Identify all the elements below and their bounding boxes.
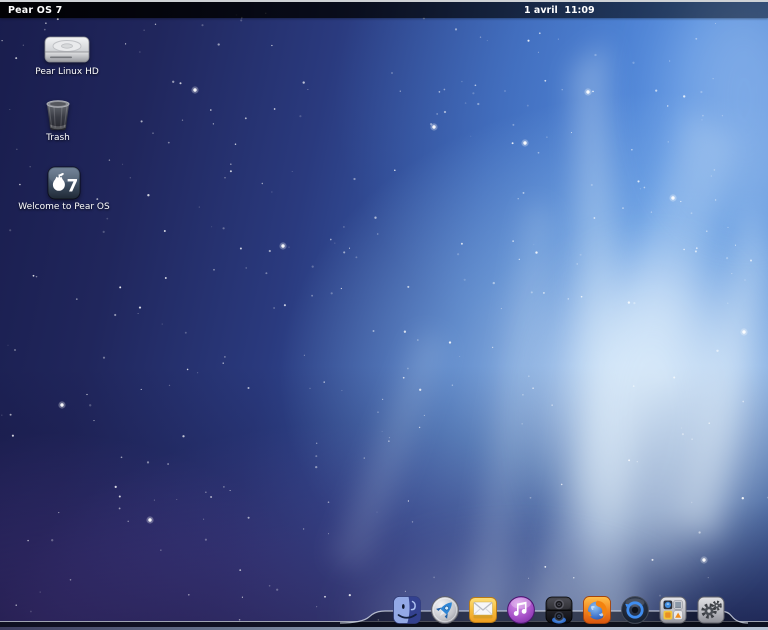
desktop-icon-label: Pear Linux HD [35, 67, 99, 77]
apps-grid-icon [659, 596, 687, 624]
menu-app-label[interactable]: Pear OS 7 [8, 5, 62, 16]
window-border-top [0, 0, 768, 2]
rocket-icon [431, 596, 459, 624]
firefox-icon [583, 596, 611, 624]
dark-panels-icon [545, 596, 573, 624]
finder-face-icon [393, 596, 421, 624]
desktop-icon-welcome[interactable]: 7 Welcome to Pear OS [14, 166, 114, 212]
menu-bar: Pear OS 7 1 avril 11:09 [0, 2, 768, 18]
dock [392, 595, 726, 625]
wallpaper [0, 0, 768, 630]
dock-item-launchpad[interactable] [430, 595, 460, 625]
dock-item-firefox[interactable] [582, 595, 612, 625]
envelope-icon [469, 597, 497, 623]
dock-item-time-machine[interactable] [620, 595, 650, 625]
music-note-icon [507, 596, 535, 624]
dock-item-applications[interactable] [658, 595, 688, 625]
hard-drive-icon [44, 36, 90, 63]
trash-icon [46, 100, 70, 130]
dock-item-finder[interactable] [392, 595, 422, 625]
desktop-icon-pear-linux-hd[interactable]: Pear Linux HD [24, 35, 110, 77]
menu-clock[interactable]: 1 avril 11:09 [524, 2, 595, 18]
dock-item-utilities[interactable] [544, 595, 574, 625]
desktop-icon-label: Welcome to Pear OS [18, 202, 110, 212]
desktop-icon-label: Trash [46, 133, 70, 143]
dock-item-settings[interactable] [696, 595, 726, 625]
desktop-icon-trash[interactable]: Trash [16, 99, 100, 143]
pear-welcome-icon: 7 [47, 166, 81, 200]
dock-item-mail[interactable] [468, 595, 498, 625]
backup-ring-icon [621, 596, 649, 624]
dock-item-music[interactable] [506, 595, 536, 625]
pear-os-desktop: Pear OS 7 1 avril 11:09 Pear Linux HD Tr… [0, 0, 768, 630]
gears-icon [697, 596, 725, 624]
svg-text:7: 7 [67, 177, 79, 197]
